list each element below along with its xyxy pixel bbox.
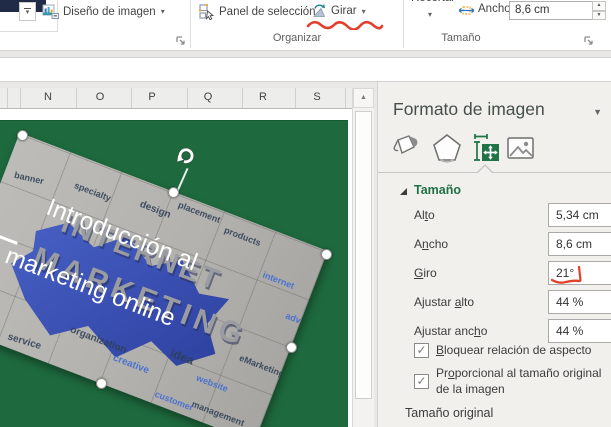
column-header-r[interactable]: R	[249, 91, 277, 103]
pane-divider	[378, 172, 611, 173]
format-picture-pane: Formato de imagen ▼ Tamaño Alto 5,34 cm …	[377, 82, 611, 427]
scrollbar-thumb[interactable]	[355, 111, 372, 399]
vertical-scrollbar[interactable]: ▲	[352, 88, 374, 427]
ancho-input[interactable]: 8,6 cm	[548, 232, 611, 256]
grid-line	[242, 88, 243, 108]
caret-down-icon: ▾	[160, 7, 165, 16]
original-size-label: Tamaño original	[405, 406, 494, 420]
spinner-down-icon[interactable]: ▼	[592, 10, 606, 20]
picture-icon	[507, 137, 534, 159]
puzzle-word: banner	[13, 169, 45, 187]
rotation-handle-icon[interactable]	[175, 145, 197, 167]
paint-bucket-icon	[393, 135, 418, 154]
selection-pane-button[interactable]: Panel de selección	[198, 3, 316, 20]
field-row-alto: Alto 5,34 cm	[378, 203, 611, 227]
column-header-o[interactable]: O	[86, 91, 114, 103]
dialog-launcher-icon[interactable]	[584, 33, 595, 45]
grid-line	[20, 88, 21, 108]
selection-pane-icon	[198, 3, 215, 20]
tab-picture[interactable]	[506, 132, 535, 169]
ajustar-ancho-input[interactable]: 44 %	[548, 319, 611, 343]
resize-handle-bottom-middle[interactable]	[96, 378, 107, 389]
rotate-label: Girar	[331, 5, 357, 17]
field-row-ajustar-alto: Ajustar alto 44 %	[378, 290, 611, 314]
gallery-more-button[interactable]: ▾	[19, 2, 36, 21]
puzzle-word: idea	[168, 345, 196, 368]
puzzle-word: products	[222, 224, 263, 249]
red-underline-annotation	[306, 20, 384, 30]
picture-layout-button[interactable]: Diseño de imagen ▾	[42, 3, 165, 20]
resize-handle-top-middle[interactable]	[168, 187, 179, 198]
active-tab-notch	[478, 166, 492, 173]
column-header-p[interactable]: P	[138, 91, 166, 103]
resize-handle-right-middle[interactable]	[286, 342, 297, 353]
puzzle-word: internet	[261, 269, 296, 291]
section-size-header[interactable]: Tamaño	[414, 183, 461, 197]
alto-label: Alto	[414, 208, 435, 222]
formula-bar[interactable]	[0, 57, 611, 82]
grid-line	[76, 88, 77, 108]
ancho-label: Ancho	[414, 237, 449, 251]
field-row-ancho: Ancho 8,6 cm	[378, 232, 611, 256]
cells-area: INTERNET MARKETING banner specialty design…	[0, 109, 352, 427]
group-label-size: Tamaño	[441, 32, 481, 44]
collapse-triangle-icon[interactable]	[400, 188, 407, 195]
group-separator	[190, 0, 191, 48]
column-header-q[interactable]: Q	[194, 91, 222, 103]
picture-layout-label: Diseño de imagen	[63, 5, 156, 18]
puzzle-word: website	[194, 372, 230, 394]
ajustar-alto-label: Ajustar alto	[414, 295, 475, 309]
grid-line	[131, 88, 132, 108]
puzzle-word: creative	[111, 352, 151, 377]
grid-line	[345, 88, 346, 108]
picture-layout-icon	[42, 4, 59, 19]
check-icon: ✓	[416, 343, 427, 357]
scroll-up-icon[interactable]: ▲	[353, 88, 374, 108]
column-header-s[interactable]: S	[303, 91, 331, 103]
caret-down-icon: ▾	[25, 8, 30, 16]
red-mark-annotation	[551, 266, 582, 284]
giro-label: Giro	[414, 266, 437, 280]
ribbon: ▾ Diseño de imagen ▾ Panel de selección	[0, 0, 611, 51]
size-properties-icon	[474, 134, 499, 161]
ajustar-alto-input[interactable]: 44 %	[548, 290, 611, 314]
alto-input[interactable]: 5,34 cm	[548, 203, 611, 227]
column-header-n[interactable]: N	[34, 91, 62, 103]
crop-button[interactable]: Recortar	[411, 0, 455, 4]
pane-dropdown-icon[interactable]: ▼	[593, 107, 602, 117]
tab-effects[interactable]	[431, 132, 464, 169]
resize-handle-top-left[interactable]	[17, 130, 28, 141]
width-spinner: ▲ ▼	[592, 1, 606, 20]
group-separator	[403, 0, 404, 48]
puzzle-word: service	[6, 331, 43, 353]
rotate-button[interactable]: Girar ▾	[311, 3, 366, 19]
group-label-organize: Organizar	[272, 32, 322, 44]
tab-fill-line[interactable]	[389, 132, 420, 169]
width-input[interactable]: 8,6 cm	[509, 1, 596, 20]
puzzle-word: eMarketing	[237, 352, 286, 380]
grid-line	[295, 88, 296, 108]
grid-line	[7, 88, 8, 108]
rotate-icon	[313, 4, 326, 17]
pentagon-icon	[433, 134, 461, 163]
worksheet: N O P Q R S INTERNET MARKETING banner spe…	[0, 88, 374, 427]
dialog-launcher-icon[interactable]	[176, 33, 187, 45]
shape-width-icon	[458, 6, 475, 15]
lock-aspect-label: Bloquear relación de aspecto	[436, 343, 592, 357]
resize-handle-top-right[interactable]	[321, 249, 332, 260]
ajustar-ancho-label: Ajustar ancho	[414, 324, 488, 338]
check-icon: ✓	[416, 374, 427, 388]
caret-down-icon: ▾	[361, 6, 366, 16]
grid-line	[187, 88, 188, 108]
spinner-up-icon[interactable]: ▲	[592, 1, 606, 11]
relative-original-checkbox[interactable]: ✓	[414, 374, 429, 389]
selection-pane-label: Panel de selección	[219, 5, 316, 18]
lock-aspect-checkbox[interactable]: ✓	[414, 343, 429, 358]
relative-original-label: Proporcional al tamaño original de la im…	[436, 366, 602, 396]
pane-title: Formato de imagen	[393, 99, 545, 119]
crop-caret-down-icon[interactable]: ▾	[428, 10, 432, 19]
field-row-ajustar-ancho: Ajustar ancho 44 %	[378, 319, 611, 343]
column-headers: N O P Q R S	[0, 88, 352, 109]
